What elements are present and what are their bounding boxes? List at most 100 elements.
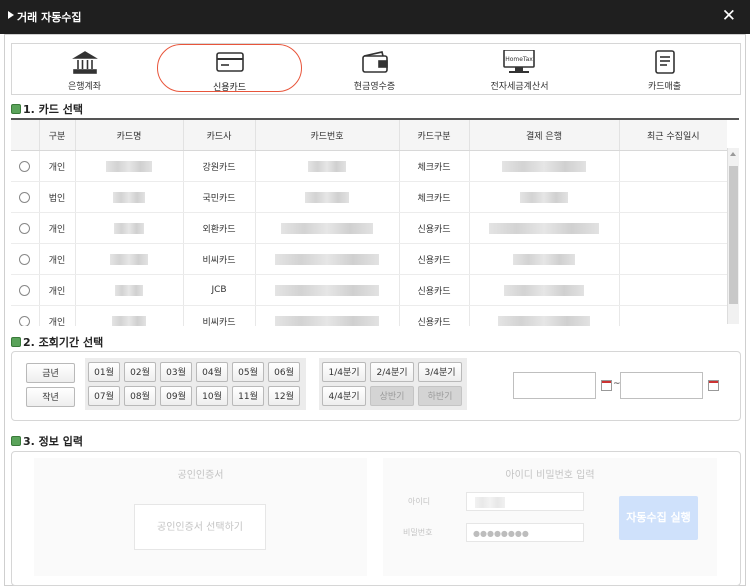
id-label: 아이디 [408,497,431,506]
month-button[interactable]: 01월 [88,362,120,382]
redacted-card-number [308,160,346,172]
col-header-last-collected: 최근 수집일시 [619,120,727,151]
tab-e-tax-invoice[interactable]: HomeTax 전자세금계산서 [447,44,592,94]
row-radio[interactable] [19,315,31,326]
pw-label: 비밀번호 [403,528,433,537]
cell-type: 법인 [39,181,76,213]
select-cert-button[interactable]: 공인인증서 선택하기 [134,504,266,550]
svg-text:HomeTax: HomeTax [505,56,533,63]
redacted-card-name [110,253,148,265]
section-bullet-icon [11,337,21,347]
row-radio[interactable] [19,253,31,265]
col-header-card-company: 카드사 [183,120,256,151]
auto-collect-dialog: 거래 자동수집 ✕ 은행계좌 신용카드 현금영수증 HomeTax 전자세금계산… [0,0,750,588]
cell-kind: 체크카드 [399,181,470,213]
month-button[interactable]: 11월 [232,386,264,406]
last-year-button[interactable]: 작년 [26,387,75,407]
cell-type: 개인 [39,243,76,275]
close-icon[interactable]: ✕ [722,6,736,26]
bank-icon [72,51,98,74]
month-button[interactable]: 08월 [124,386,156,406]
redacted-bank [513,253,575,265]
tab-label: 현금영수증 [353,82,396,92]
tab-credit-card[interactable]: 신용카드 [157,44,302,93]
redacted-card-name [112,315,146,326]
table-row[interactable]: 법인 국민카드 체크카드 [11,181,727,213]
month-button[interactable]: 06월 [268,362,300,382]
section-info-title: 3. 정보 입력 [11,433,83,449]
redacted-card-number [275,284,379,296]
tab-cash-receipt[interactable]: 현금영수증 [302,44,447,94]
table-row[interactable]: 개인 외환카드 신용카드 [11,212,727,244]
month-button[interactable]: 05월 [232,362,264,382]
run-auto-collect-button[interactable]: 자동수집 실행 [619,496,698,540]
cell-type: 개인 [39,212,76,244]
redacted-bank [504,284,584,296]
cell-kind: 체크카드 [399,150,470,182]
section-bullet-icon [11,436,21,446]
section-period-title: 2. 조회기간 선택 [11,334,103,350]
section-bullet-icon [11,104,21,114]
cell-kind: 신용카드 [399,274,470,306]
month-button[interactable]: 09월 [160,386,192,406]
quarter-button[interactable]: 3/4분기 [418,362,462,382]
table-row[interactable]: 개인 비씨카드 신용카드 [11,305,727,326]
redacted-card-number [281,222,373,234]
id-input[interactable] [466,492,584,511]
cell-company: JCB [183,274,256,306]
table-row[interactable]: 개인 JCB 신용카드 [11,274,727,306]
redacted-card-number [275,253,379,265]
scroll-thumb[interactable] [729,166,738,304]
row-radio[interactable] [19,191,31,203]
second-half-button[interactable]: 하반기 [418,386,462,406]
cell-kind: 신용카드 [399,243,470,275]
row-radio[interactable] [19,284,31,296]
table-scrollbar[interactable] [727,148,739,324]
month-button[interactable]: 07월 [88,386,120,406]
quarter-button[interactable]: 1/4분기 [322,362,366,382]
table-header-row: 구분 카드명 카드사 카드번호 카드구분 결제 은행 최근 수집일시 [11,120,727,151]
start-calendar-icon[interactable] [601,380,612,391]
tab-label: 신용카드 [212,83,247,93]
row-radio[interactable] [19,160,31,172]
password-input[interactable]: ●●●●●●●● [466,523,584,542]
tab-label: 카드매출 [647,82,682,92]
tab-label: 전자세금계산서 [490,82,549,92]
month-button[interactable]: 02월 [124,362,156,382]
end-calendar-icon[interactable] [708,380,719,391]
info-panel: 공인인증서 공인인증서 선택하기 아이디 비밀번호 입력 아이디 비밀번호 ●●… [11,451,741,586]
cell-type: 개인 [39,305,76,326]
start-date-input[interactable] [513,372,596,399]
row-radio[interactable] [19,222,31,234]
month-button[interactable]: 03월 [160,362,192,382]
tab-card-sales[interactable]: 카드매출 [592,44,737,94]
month-button[interactable]: 12월 [268,386,300,406]
cell-company: 비씨카드 [183,243,256,275]
cell-kind: 신용카드 [399,305,470,326]
table-row[interactable]: 개인 비씨카드 신용카드 [11,243,727,275]
section-card-title: 1. 카드 선택 [11,101,83,117]
col-header-bank: 결제 은행 [469,120,620,151]
table-row[interactable]: 개인 강원카드 체크카드 [11,150,727,182]
redacted-card-name [115,284,143,296]
tab-label: 은행계좌 [67,82,102,92]
redacted-card-name [106,160,152,172]
quarter-button[interactable]: 4/4분기 [322,386,366,406]
hometax-icon: HomeTax [503,50,535,73]
month-button[interactable]: 10월 [196,386,228,406]
tab-bank-account[interactable]: 은행계좌 [12,44,157,94]
document-icon [655,50,675,74]
quarter-button[interactable]: 2/4분기 [370,362,414,382]
period-panel: 금년 작년 01월 02월 03월 04월 05월 06월 07월 08월 09… [11,351,741,421]
cell-company: 비씨카드 [183,305,256,326]
end-date-input[interactable] [620,372,703,399]
redacted-bank [502,160,586,172]
this-year-button[interactable]: 금년 [26,363,75,383]
first-half-button[interactable]: 상반기 [370,386,414,406]
dialog-title: 거래 자동수집 [17,11,82,24]
redacted-bank [498,315,590,326]
month-button[interactable]: 04월 [196,362,228,382]
wallet-icon [362,51,388,73]
cell-type: 개인 [39,274,76,306]
scroll-up-icon[interactable] [730,152,736,156]
